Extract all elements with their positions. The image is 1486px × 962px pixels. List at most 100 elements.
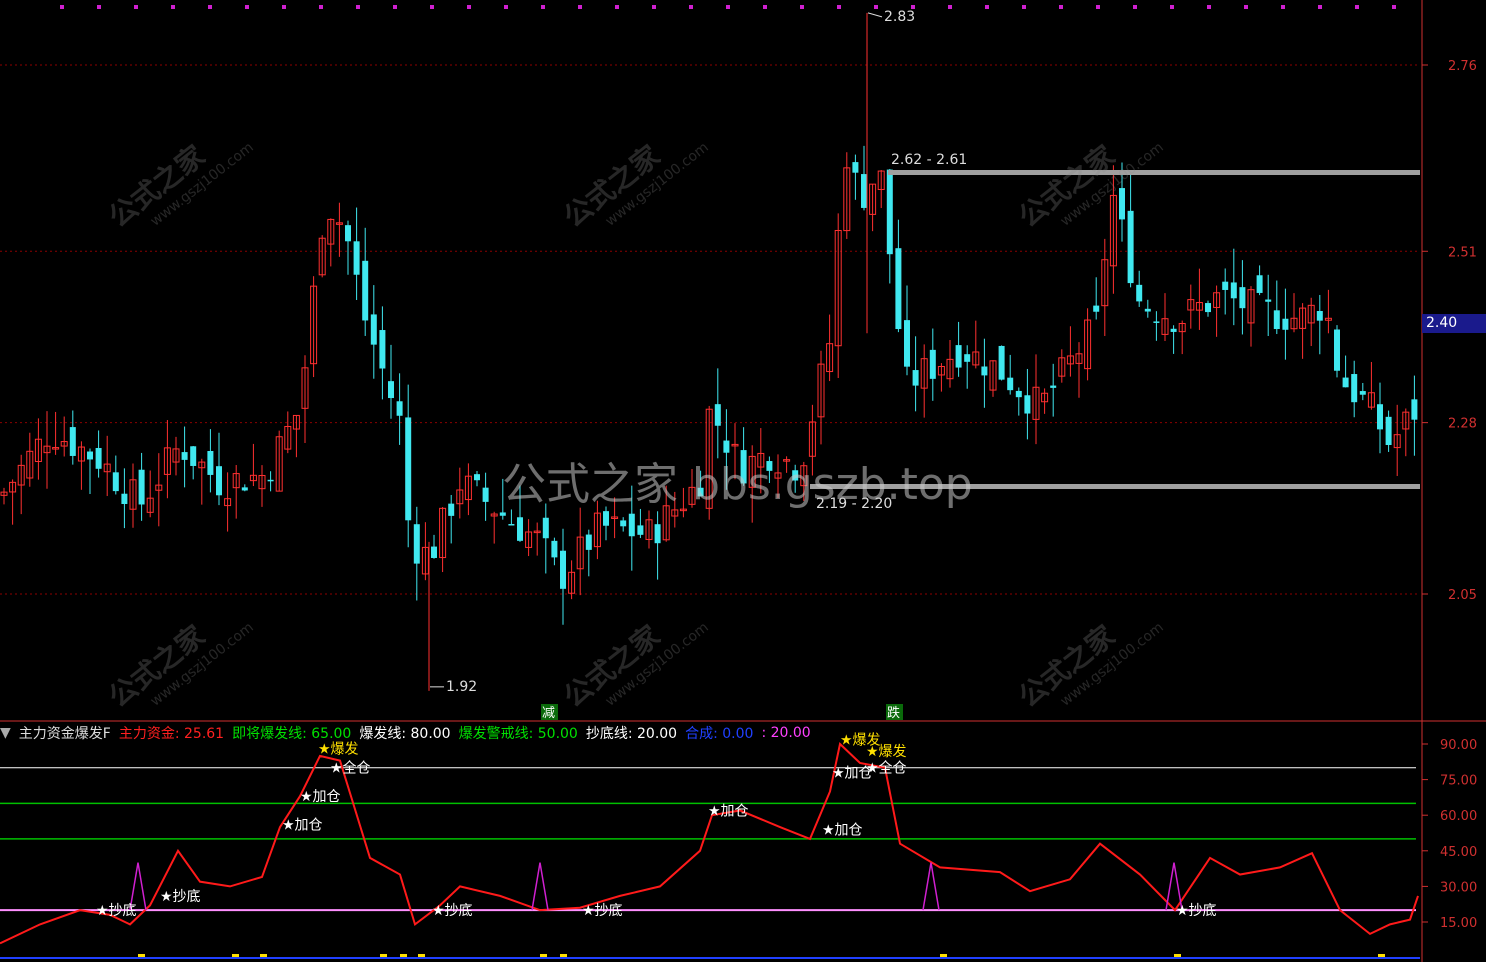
candle-body: [1050, 385, 1057, 388]
top-marker: [1059, 5, 1063, 9]
collapse-icon[interactable]: ▼: [0, 725, 11, 741]
candle-body: [654, 524, 661, 544]
candle-body: [603, 511, 609, 526]
top-marker: [837, 5, 841, 9]
candle-body: [895, 248, 902, 330]
top-marker: [578, 5, 582, 9]
top-marker: [1355, 5, 1359, 9]
candle-body: [190, 446, 197, 466]
candle-body: [904, 320, 910, 367]
candle-body: [1015, 390, 1022, 398]
candle-body: [714, 404, 721, 426]
signal-text: ★加仓: [282, 818, 323, 834]
price-tick-label: 2.76: [1448, 59, 1477, 74]
signal-label: 减: [542, 706, 555, 721]
top-marker: [985, 5, 989, 9]
candle-body: [585, 534, 592, 550]
top-marker: [319, 5, 323, 9]
bottom-marker: [540, 954, 547, 957]
candle-body: [1256, 275, 1263, 293]
baofa-text: ★爆发: [866, 744, 907, 760]
top-marker: [652, 5, 656, 9]
candle-body: [1411, 399, 1418, 420]
candle-body: [508, 524, 515, 526]
high-arrow: [867, 12, 883, 18]
candle-body: [1205, 303, 1211, 313]
candle-body: [1007, 377, 1014, 391]
candle-body: [861, 174, 867, 208]
candle-body: [1385, 416, 1392, 446]
indicator-name[interactable]: 主力资金爆发F: [19, 723, 111, 743]
indicator-field: 即将爆发线: 65.00: [232, 726, 352, 742]
candle-body: [353, 241, 360, 275]
resistance-label: 2.62 - 2.61: [891, 152, 967, 168]
indicator-tick-label: 75.00: [1440, 774, 1477, 789]
top-marker: [1207, 5, 1211, 9]
watermark-text: 公式之家 bbs.gszb.top: [502, 459, 973, 510]
indicator-field: : 20.00: [761, 725, 811, 741]
candle-body: [1359, 391, 1366, 395]
candle-body: [370, 314, 377, 345]
signal-text: ★抄底: [432, 903, 473, 919]
signal-text: ★加仓: [300, 789, 341, 805]
top-marker: [97, 5, 101, 9]
top-marker: [948, 5, 952, 9]
indicator-field: 主力资金: 25.61: [118, 726, 225, 742]
candle-body: [1024, 395, 1031, 414]
top-marker: [541, 5, 545, 9]
top-marker: [430, 5, 434, 9]
price-tick-label: 2.05: [1448, 588, 1477, 603]
top-marker: [1133, 5, 1137, 9]
indicator-tick-label: 45.00: [1440, 845, 1477, 860]
top-marker: [911, 5, 915, 9]
candle-body: [405, 417, 412, 521]
low-price-label: 1.92: [446, 679, 477, 695]
top-marker: [1392, 5, 1396, 9]
candle-body: [1316, 310, 1323, 321]
candle-body: [964, 354, 971, 362]
top-marker: [1318, 5, 1322, 9]
signal-text: ★抄底: [160, 889, 201, 905]
candle-body: [69, 427, 76, 456]
indicator-tick-label: 60.00: [1440, 809, 1477, 824]
signal-label: 跌: [887, 705, 900, 721]
top-marker: [282, 5, 286, 9]
bottom-marker: [400, 954, 407, 957]
candle-body: [542, 517, 549, 539]
top-marker: [800, 5, 804, 9]
candle-body: [448, 503, 455, 516]
candle-body: [1136, 284, 1143, 302]
signal-text: ★抄底: [582, 903, 623, 919]
candle-body: [474, 474, 480, 481]
candle-body: [413, 524, 420, 564]
top-marker: [615, 5, 619, 9]
top-marker: [134, 5, 138, 9]
candle-body: [362, 260, 369, 321]
top-marker: [504, 5, 508, 9]
indicator-field: 合成: 0.00: [685, 726, 754, 742]
candle-body: [1222, 281, 1229, 290]
bottom-marker: [260, 954, 267, 957]
top-marker: [60, 5, 64, 9]
candle-body: [241, 487, 248, 491]
indicator-tick-label: 30.00: [1440, 880, 1477, 895]
bottom-marker: [232, 954, 239, 957]
candle-body: [207, 450, 214, 475]
candle-body: [138, 469, 145, 505]
bottom-marker: [940, 954, 947, 957]
candle-body: [1282, 318, 1289, 330]
top-marker: [1244, 5, 1248, 9]
candle-body: [95, 448, 102, 469]
top-marker: [874, 5, 878, 9]
bottom-marker: [1174, 954, 1181, 957]
indicator-field: 抄底线: 20.00: [585, 726, 678, 742]
signal-text: ★抄底: [1176, 903, 1217, 919]
candle-body: [1334, 329, 1340, 371]
candle-body: [1170, 328, 1177, 332]
candle-body: [482, 487, 489, 502]
signal-text: ★全仓: [330, 760, 371, 777]
hecheng-spike: [922, 862, 940, 911]
top-marker: [467, 5, 471, 9]
candle-body: [1239, 287, 1246, 309]
bottom-marker: [1378, 954, 1385, 957]
